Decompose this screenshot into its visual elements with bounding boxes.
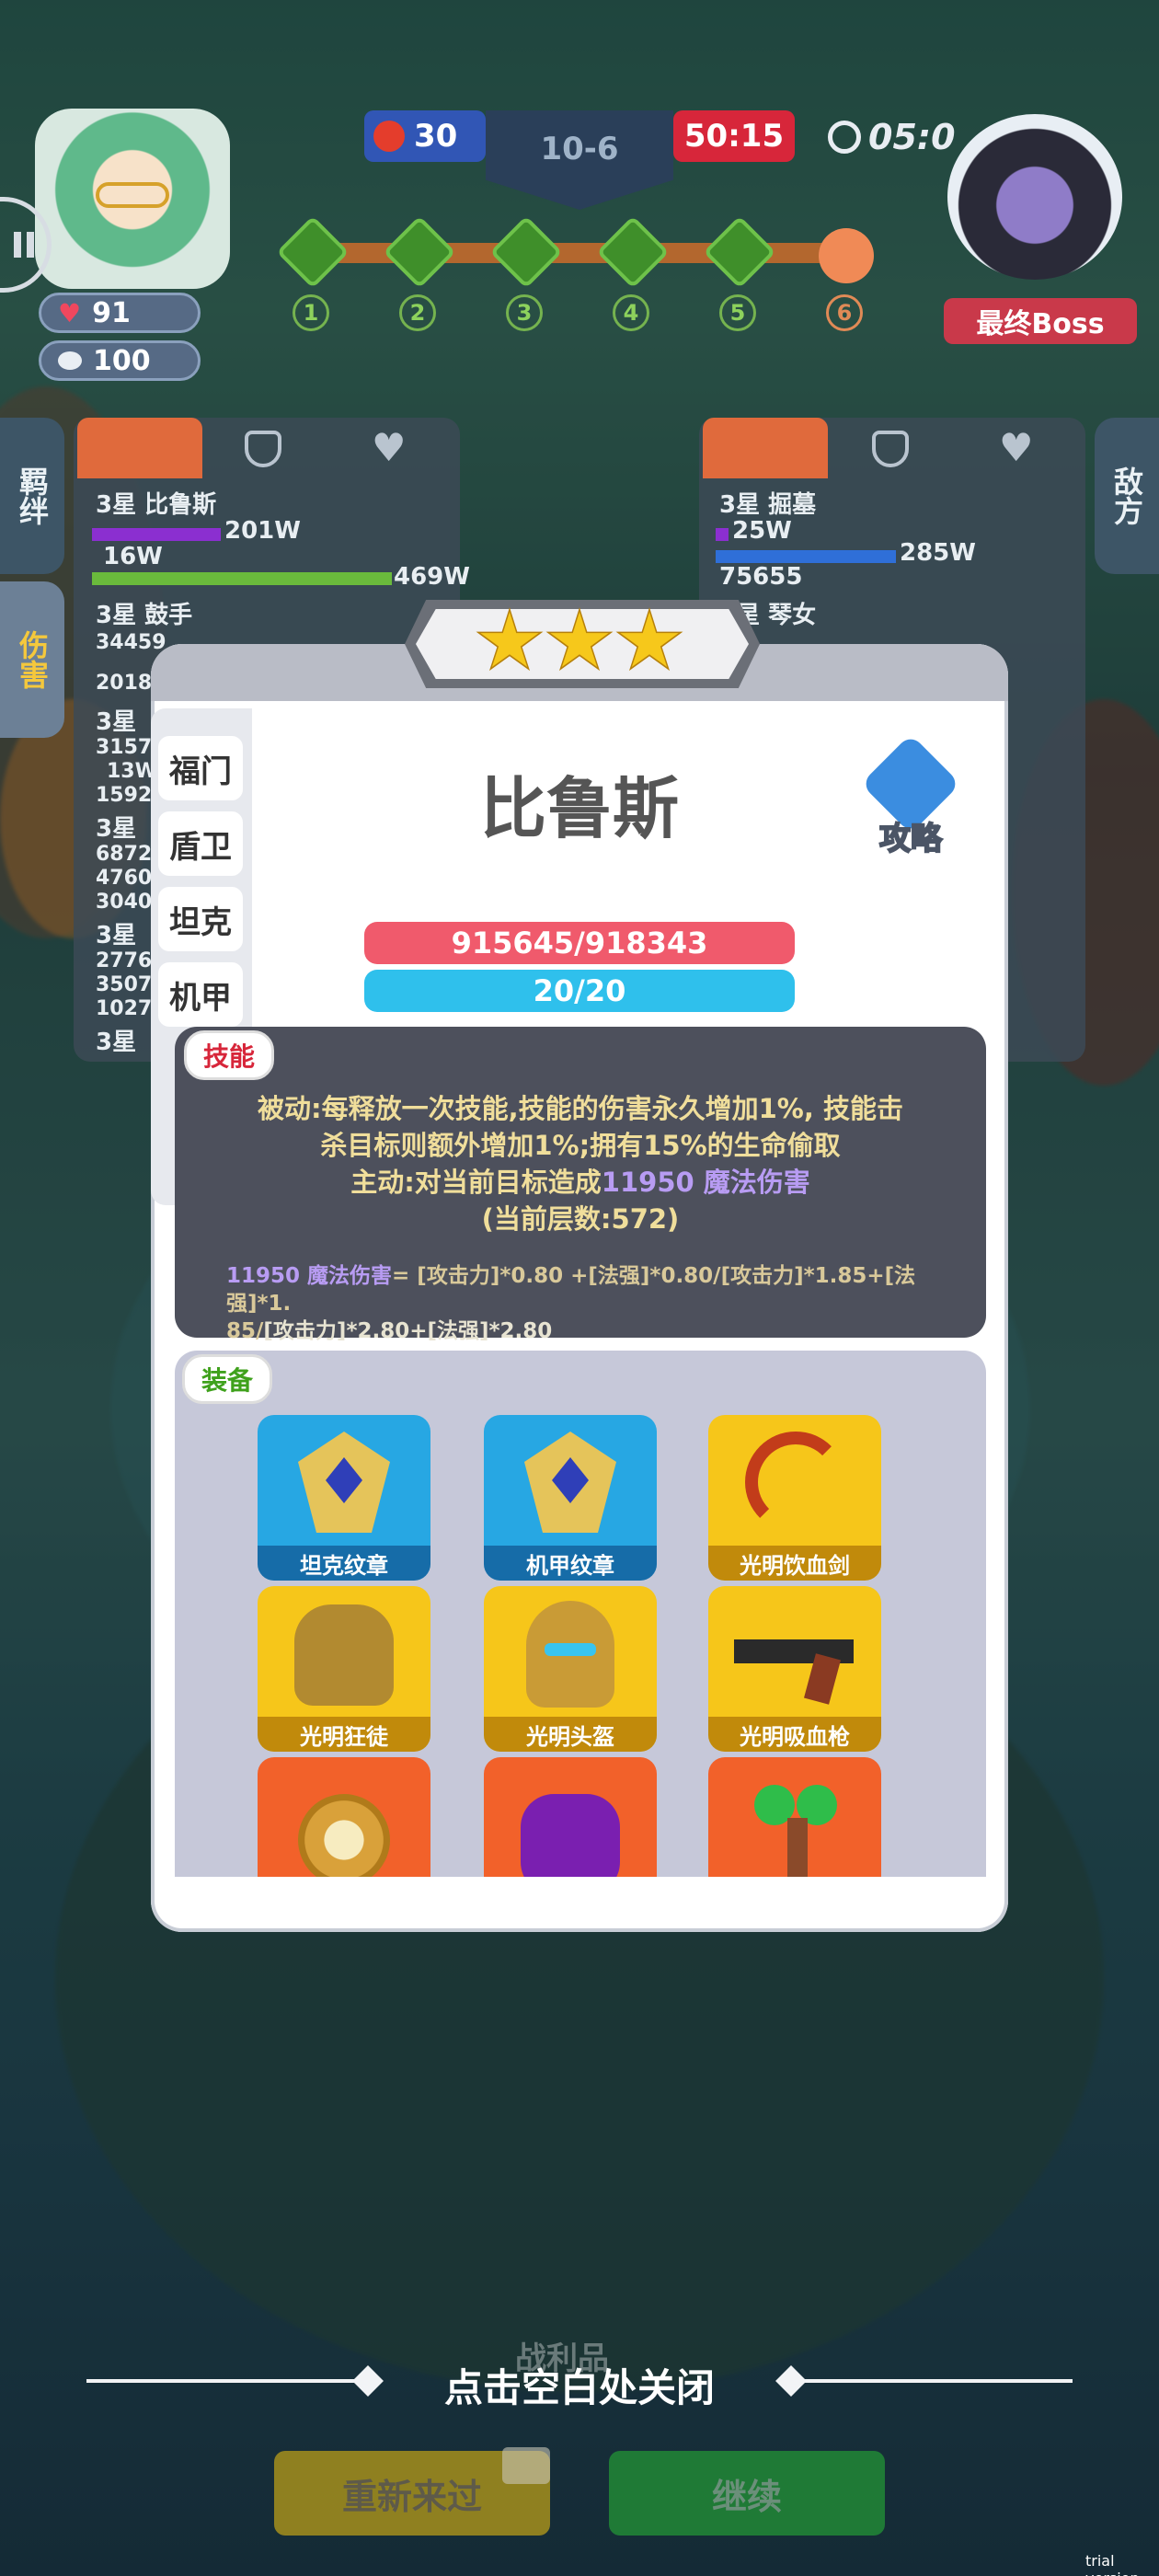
bar-blue [716, 550, 896, 563]
ally-row-name: 3星 鼓手 [96, 602, 193, 629]
sword-tab-icon[interactable] [77, 418, 202, 478]
ally-row-value: 2018 [96, 672, 153, 695]
trait-item[interactable]: 机甲 [158, 962, 243, 1027]
round-timer: 50:15 [673, 110, 795, 162]
coin-icon [58, 351, 82, 370]
player-avatar[interactable] [35, 109, 230, 289]
equipment-item[interactable] [258, 1757, 430, 1877]
continue-button[interactable]: 继续 [609, 2451, 885, 2536]
equipment-item[interactable]: 光明吸血枪 [708, 1586, 881, 1752]
bar-purple [716, 528, 729, 541]
boss-skull-icon [819, 228, 874, 283]
equipment-item[interactable]: 光明狂徒 [258, 1586, 430, 1752]
skill-line: 杀目标则额外增加1%;拥有15%的生命偷取 [320, 1130, 841, 1161]
coin-value: 100 [93, 344, 151, 377]
loot-label: 战利品 [515, 2340, 609, 2377]
enemy-row-value: 285W [900, 539, 976, 567]
tab-bond[interactable]: 羁绊 [0, 418, 64, 574]
tab-damage[interactable]: 伤害 [0, 581, 64, 738]
trait-item[interactable]: 坦克 [158, 887, 243, 951]
ally-row-name: 3星 比鲁斯 [96, 491, 217, 519]
stage-number: 6 [826, 294, 863, 331]
mana-bar: 20/20 [364, 970, 795, 1012]
ally-row-value: 2776 [96, 949, 153, 972]
heart-tab-icon[interactable]: ♥ [999, 425, 1034, 470]
skill-line: 主动:对当前目标造成11950 魔法伤害 [350, 1167, 810, 1198]
tab-enemy[interactable]: 敌方 [1095, 418, 1159, 574]
divider-left [86, 2379, 381, 2383]
equipment-box: 装备 坦克纹章 机甲纹章 光明饮血剑 光明狂徒 光明头盔 光明吸血枪 [175, 1351, 986, 1877]
equipment-item[interactable]: 机甲纹章 [484, 1415, 657, 1581]
fire-icon [373, 121, 405, 152]
equipment-item[interactable]: 坦克纹章 [258, 1415, 430, 1581]
hp-bar: 915645/918343 [364, 922, 795, 964]
bar-purple [92, 528, 221, 541]
ally-row-name: 3星 [96, 708, 137, 736]
guide-button[interactable]: 攻略 [855, 733, 966, 858]
staff-handle [787, 1818, 808, 1877]
skill-line: (当前层数:572) [481, 1203, 680, 1235]
stage-number: 5 [719, 294, 756, 331]
watermark: trial version [1085, 2552, 1140, 2576]
skill-formula: 11950 魔法伤害= [攻击力]*0.80 +[法强]*0.80/[攻击力]*… [226, 1264, 916, 1343]
hero-name: 比鲁斯 [479, 770, 679, 847]
equipment-item[interactable]: 光明饮血剑 [708, 1415, 881, 1581]
clock-icon [828, 121, 861, 154]
heart-icon: ♥ [58, 297, 82, 328]
ally-row-value: 469W [394, 563, 470, 591]
fire-counter: 30 [364, 110, 486, 162]
equipment-item[interactable] [708, 1757, 881, 1877]
orb-icon [298, 1794, 390, 1877]
ally-row-value: 201W [224, 517, 301, 545]
helmet-visor [545, 1643, 596, 1656]
divider-right [778, 2379, 1073, 2383]
trait-item[interactable]: 盾卫 [158, 811, 243, 876]
boss-avatar[interactable] [947, 114, 1122, 280]
ally-row-value: 6872 [96, 843, 153, 866]
ally-row-value: 3507 [96, 973, 153, 996]
enemy-row-value: 75655 [719, 563, 803, 591]
equipment-item[interactable] [484, 1757, 657, 1877]
ally-row-value: 13W [107, 760, 157, 783]
coin-pill: 100 [39, 340, 201, 381]
stage-number: 3 [506, 294, 543, 331]
shield-tab-icon[interactable] [872, 431, 909, 467]
ally-row-value: 1027 [96, 997, 153, 1020]
ally-row-value: 1592 [96, 784, 153, 807]
ally-row-value: 3040 [96, 891, 153, 914]
stage-number: 4 [613, 294, 649, 331]
stage-number: 1 [293, 294, 329, 331]
shield-tab-icon[interactable] [245, 431, 281, 467]
ally-row-value: 3157 [96, 736, 153, 759]
hp-value: 91 [92, 296, 131, 329]
ally-row-name: 3星 [96, 922, 137, 949]
stage-number: 2 [399, 294, 436, 331]
video-icon [502, 2447, 550, 2484]
scythe-icon [745, 1432, 846, 1533]
hp-pill: ♥ 91 [39, 293, 201, 333]
purple-gem-icon [521, 1794, 620, 1877]
equipment-item[interactable]: 光明头盔 [484, 1586, 657, 1752]
enemy-row-value: 25W [732, 517, 792, 545]
ally-row-value: 16W [103, 543, 163, 570]
bar-green [92, 572, 392, 585]
countdown: 05:0 [828, 114, 975, 160]
guide-label: 攻略 [878, 820, 943, 858]
equip-tag: 装备 [182, 1354, 273, 1404]
enemy-row-name: 3星 掘墓 [719, 491, 817, 519]
trait-item[interactable]: 福门 [158, 736, 243, 800]
boss-label: 最终Boss [944, 298, 1137, 344]
armor-icon [294, 1604, 394, 1706]
ally-row-name: 3星 [96, 815, 137, 843]
ally-row-value: 34459 [96, 631, 166, 654]
ally-row-name: 3星 [96, 1029, 137, 1056]
skill-line: 被动:每释放一次技能,技能的伤害永久增加1%, 技能击 [258, 1093, 903, 1124]
ally-row-value: 4760 [96, 867, 153, 890]
skill-tag: 技能 [184, 1030, 275, 1080]
glasses-icon [96, 182, 169, 208]
heart-tab-icon[interactable]: ♥ [372, 425, 407, 470]
sword-tab-icon[interactable] [703, 418, 828, 478]
